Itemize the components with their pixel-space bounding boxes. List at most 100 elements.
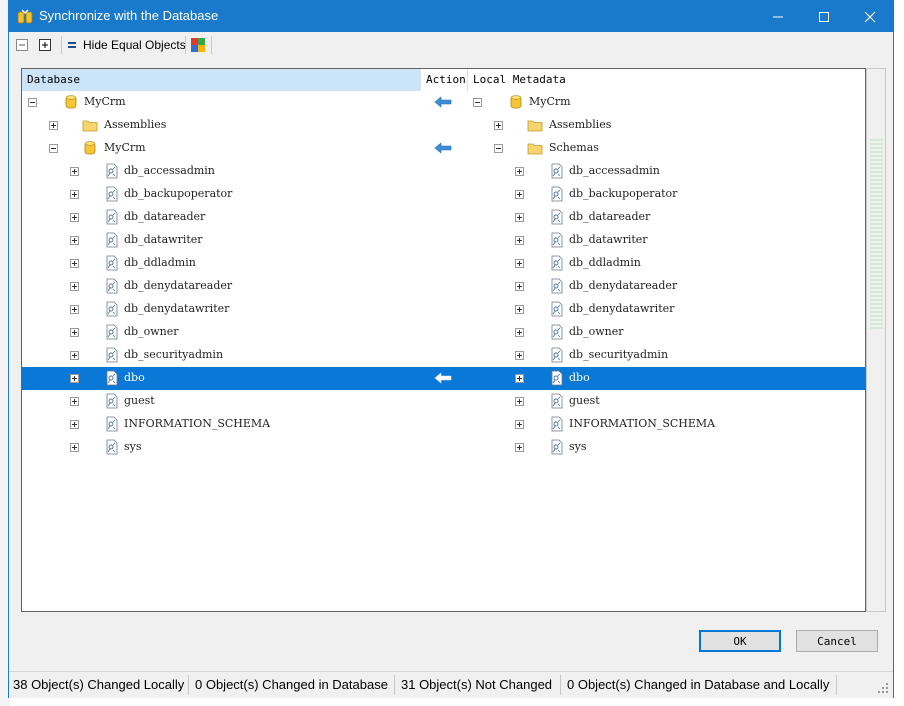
tree-row[interactable]: db_owner db_owner xyxy=(22,321,865,344)
schema-icon xyxy=(106,324,118,340)
expand-toggle-local[interactable] xyxy=(515,420,524,429)
expand-toggle-local[interactable] xyxy=(494,121,503,130)
folder-icon xyxy=(82,120,98,132)
schema-icon xyxy=(551,439,563,455)
tree-row[interactable]: db_datawriter db_datawriter xyxy=(22,229,865,252)
status-separator xyxy=(394,675,395,695)
local-node-label: db_accessadmin xyxy=(569,164,660,177)
expand-toggle-local[interactable] xyxy=(515,167,524,176)
expand-toggle-db[interactable] xyxy=(70,420,79,429)
tree-row[interactable]: guest guest xyxy=(22,390,865,413)
db-node-label: db_backupoperator xyxy=(124,187,233,200)
expand-toggle-db[interactable] xyxy=(70,305,79,314)
tree-row[interactable]: db_accessadmin db_accessadmin xyxy=(22,160,865,183)
expand-toggle-db[interactable] xyxy=(70,443,79,452)
db-node-label: db_accessadmin xyxy=(124,164,215,177)
schema-icon xyxy=(551,416,563,432)
arrow-left-icon xyxy=(434,96,452,108)
tree-row[interactable]: db_securityadmin db_securityadmin xyxy=(22,344,865,367)
expand-toggle-local[interactable] xyxy=(515,236,524,245)
schema-icon xyxy=(551,255,563,271)
minimize-button[interactable] xyxy=(755,1,801,32)
expand-toggle-db[interactable] xyxy=(70,190,79,199)
expand-toggle-db[interactable] xyxy=(70,374,79,383)
tree-row[interactable]: dbo dbo xyxy=(22,367,865,390)
expand-toggle-local[interactable] xyxy=(515,305,524,314)
expand-all-icon xyxy=(39,39,51,51)
expand-toggle-db[interactable] xyxy=(70,282,79,291)
tree-row[interactable]: db_denydatawriter db_denydatawriter xyxy=(22,298,865,321)
schema-icon xyxy=(106,301,118,317)
expand-toggle-local[interactable] xyxy=(515,374,524,383)
collapse-all-button[interactable] xyxy=(16,36,28,54)
expand-toggle-local[interactable] xyxy=(515,351,524,360)
status-separator xyxy=(836,675,837,695)
expand-all-button[interactable] xyxy=(39,36,51,54)
expand-toggle-db[interactable] xyxy=(70,397,79,406)
collapse-toggle-local[interactable] xyxy=(494,144,503,153)
expand-toggle-db[interactable] xyxy=(70,259,79,268)
tree-row[interactable]: MyCrm MyCrm xyxy=(22,91,865,114)
local-node-label: INFORMATION_SCHEMA xyxy=(569,417,716,430)
expand-toggle-local[interactable] xyxy=(515,397,524,406)
maximize-button[interactable] xyxy=(801,1,847,32)
expand-toggle-db[interactable] xyxy=(70,167,79,176)
database-icon xyxy=(84,141,96,155)
local-node-label: sys xyxy=(569,440,587,453)
tree-row[interactable]: db_datareader db_datareader xyxy=(22,206,865,229)
collapse-toggle-local[interactable] xyxy=(473,98,482,107)
expand-toggle-local[interactable] xyxy=(515,190,524,199)
toolbar-separator xyxy=(185,36,186,54)
local-node-label: db_datareader xyxy=(569,210,651,223)
list-icon xyxy=(68,42,76,48)
schema-icon xyxy=(551,278,563,294)
database-icon xyxy=(510,95,522,109)
color-legend-button[interactable] xyxy=(191,36,205,54)
color-palette-icon xyxy=(191,38,205,52)
local-node-label: db_owner xyxy=(569,325,624,338)
expand-toggle-local[interactable] xyxy=(515,328,524,337)
minimize-icon xyxy=(773,16,783,17)
column-header-database[interactable]: Database xyxy=(22,69,420,91)
local-node-label: db_denydatareader xyxy=(569,279,678,292)
db-node-label: dbo xyxy=(124,371,145,384)
local-node-label: db_backupoperator xyxy=(569,187,678,200)
db-node-label: sys xyxy=(124,440,142,453)
expand-toggle-db[interactable] xyxy=(70,351,79,360)
tree-row[interactable]: Assemblies Assemblies xyxy=(22,114,865,137)
db-node-label: db_securityadmin xyxy=(124,348,224,361)
expand-toggle-local[interactable] xyxy=(515,443,524,452)
expand-toggle-db[interactable] xyxy=(49,121,58,130)
collapse-toggle-db[interactable] xyxy=(49,144,58,153)
expand-toggle-local[interactable] xyxy=(515,213,524,222)
close-button[interactable] xyxy=(847,1,893,32)
tree-row[interactable]: MyCrm Schemas xyxy=(22,137,865,160)
cancel-button[interactable]: Cancel xyxy=(796,630,878,652)
column-header-action[interactable]: Action xyxy=(420,69,467,91)
expand-toggle-local[interactable] xyxy=(515,282,524,291)
vertical-scrollbar[interactable] xyxy=(866,68,886,612)
schema-icon xyxy=(106,416,118,432)
tree-row[interactable]: sys sys xyxy=(22,436,865,459)
expand-toggle-db[interactable] xyxy=(70,213,79,222)
db-node-label: db_denydatareader xyxy=(124,279,233,292)
tree-row[interactable]: db_denydatareader db_denydatareader xyxy=(22,275,865,298)
tree-row[interactable]: db_ddladmin db_ddladmin xyxy=(22,252,865,275)
hide-equal-objects-button[interactable]: Hide Equal Objects xyxy=(67,36,186,54)
schema-icon xyxy=(551,209,563,225)
schema-icon xyxy=(106,370,118,386)
expand-toggle-db[interactable] xyxy=(70,236,79,245)
tree-row[interactable]: db_backupoperator db_backupoperator xyxy=(22,183,865,206)
expand-toggle-db[interactable] xyxy=(70,328,79,337)
resize-grip-icon[interactable] xyxy=(877,682,889,694)
tree-row[interactable]: INFORMATION_SCHEMA INFORMATION_SCHEMA xyxy=(22,413,865,436)
schema-icon xyxy=(106,186,118,202)
comparison-tree[interactable]: Database Action Local Metadata MyCrm MyCr… xyxy=(21,68,866,612)
scrollbar-grip[interactable] xyxy=(870,139,883,329)
expand-toggle-local[interactable] xyxy=(515,259,524,268)
schema-icon xyxy=(106,278,118,294)
column-header-local-metadata[interactable]: Local Metadata xyxy=(467,69,865,91)
collapse-toggle-db[interactable] xyxy=(28,98,37,107)
ok-button[interactable]: OK xyxy=(699,630,781,652)
folder-icon xyxy=(527,120,543,132)
